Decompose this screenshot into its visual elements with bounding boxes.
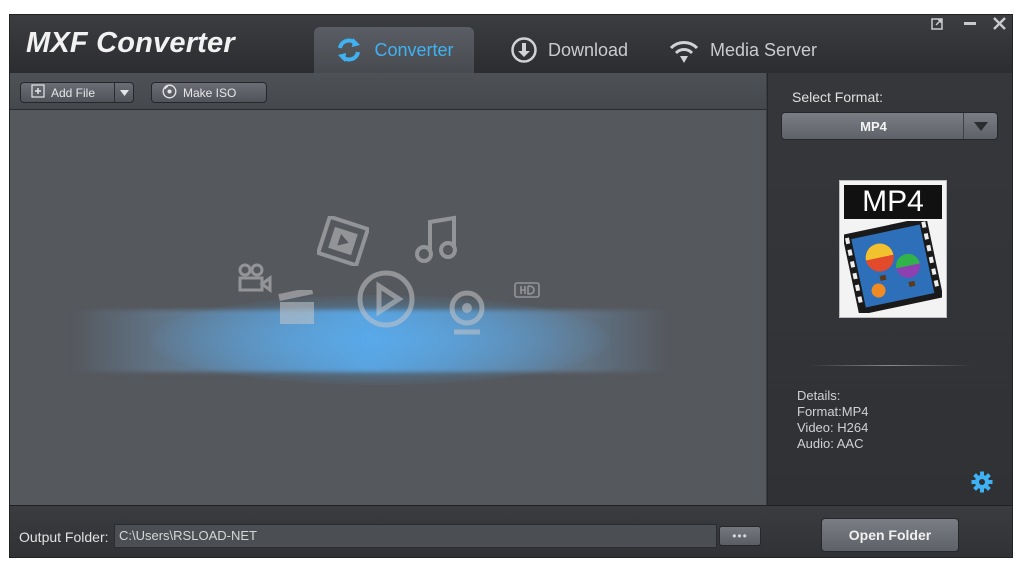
tab-media-server[interactable]: Media Server — [668, 27, 817, 73]
format-dropdown-value: MP4 — [860, 118, 887, 134]
music-note-icon — [412, 214, 460, 271]
add-file-button[interactable]: Add File — [20, 82, 134, 103]
divider — [808, 365, 973, 366]
app-title: MXF Converter — [26, 27, 235, 59]
chevron-down-icon[interactable] — [114, 83, 133, 102]
make-iso-label: Make ISO — [183, 85, 237, 100]
clapperboard-icon — [277, 287, 317, 331]
balloon-film-image — [842, 216, 944, 318]
file-drop-area[interactable] — [10, 110, 766, 505]
disc-icon — [162, 84, 177, 102]
details-format: Format:MP4 — [797, 404, 869, 419]
details-audio: Audio: AAC — [797, 436, 864, 451]
add-file-label: Add File — [51, 85, 96, 100]
play-icon — [355, 268, 417, 335]
tab-converter-label: Converter — [374, 39, 454, 60]
details-heading: Details: — [797, 388, 841, 403]
format-details: Details: Format:MP4 Video: H264 Audio: A… — [797, 388, 869, 452]
film-icon — [315, 214, 371, 271]
chevron-down-icon[interactable] — [963, 113, 997, 139]
minimize-icon[interactable] — [963, 15, 977, 34]
tab-converter[interactable]: Converter — [314, 27, 474, 73]
browse-button[interactable]: ••• — [719, 526, 761, 546]
hd-icon — [514, 282, 540, 303]
output-folder-input[interactable]: C:\Users\RSLOAD-NET — [114, 524, 717, 548]
add-file-icon — [31, 84, 45, 101]
wifi-icon — [668, 36, 700, 64]
tab-media-server-label: Media Server — [710, 39, 818, 60]
format-dropdown[interactable]: MP4 — [781, 112, 998, 140]
format-thumbnail: MP4 — [839, 180, 947, 318]
tab-download[interactable]: Download — [510, 27, 628, 73]
tab-download-label: Download — [548, 39, 629, 60]
download-icon — [510, 36, 538, 64]
close-icon[interactable] — [993, 17, 1006, 35]
file-toolbar: Add File Make ISO — [10, 73, 766, 110]
details-video: Video: H264 — [797, 420, 869, 435]
app-window: MXF Converter Converter Download Media S… — [9, 14, 1013, 558]
refresh-icon — [334, 35, 364, 65]
video-camera-icon — [237, 263, 273, 298]
gear-icon[interactable] — [971, 471, 993, 498]
format-panel: Select Format: MP4 MP4 Details: Format:M… — [767, 73, 1012, 505]
output-folder-label: Output Folder: — [19, 529, 109, 545]
select-format-label: Select Format: — [792, 89, 884, 105]
open-folder-button[interactable]: Open Folder — [821, 518, 959, 552]
make-iso-button[interactable]: Make ISO — [151, 82, 267, 103]
webcam-icon — [446, 290, 488, 341]
popout-icon[interactable] — [931, 17, 943, 35]
format-thumbnail-label: MP4 — [844, 185, 942, 219]
title-bar: MXF Converter Converter Download Media S… — [10, 15, 1012, 73]
output-bar: Output Folder: C:\Users\RSLOAD-NET ••• O… — [10, 505, 1012, 557]
